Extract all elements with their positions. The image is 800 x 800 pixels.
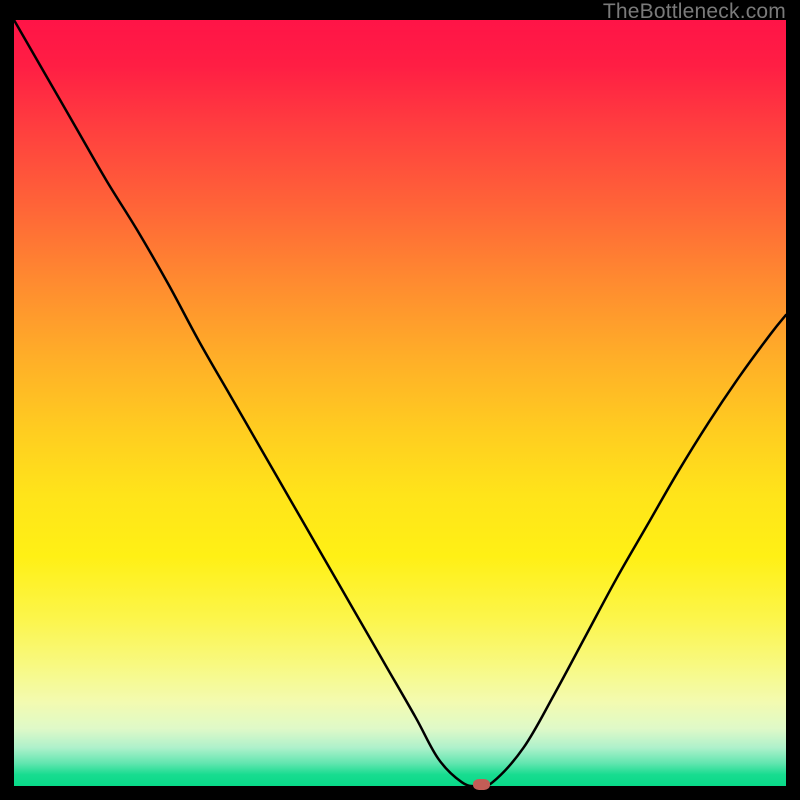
optimal-point-marker: [473, 779, 490, 790]
chart-frame: TheBottleneck.com: [0, 0, 800, 800]
chart-plot-area: [14, 20, 786, 786]
bottleneck-curve: [14, 20, 786, 786]
watermark-text: TheBottleneck.com: [603, 0, 786, 24]
